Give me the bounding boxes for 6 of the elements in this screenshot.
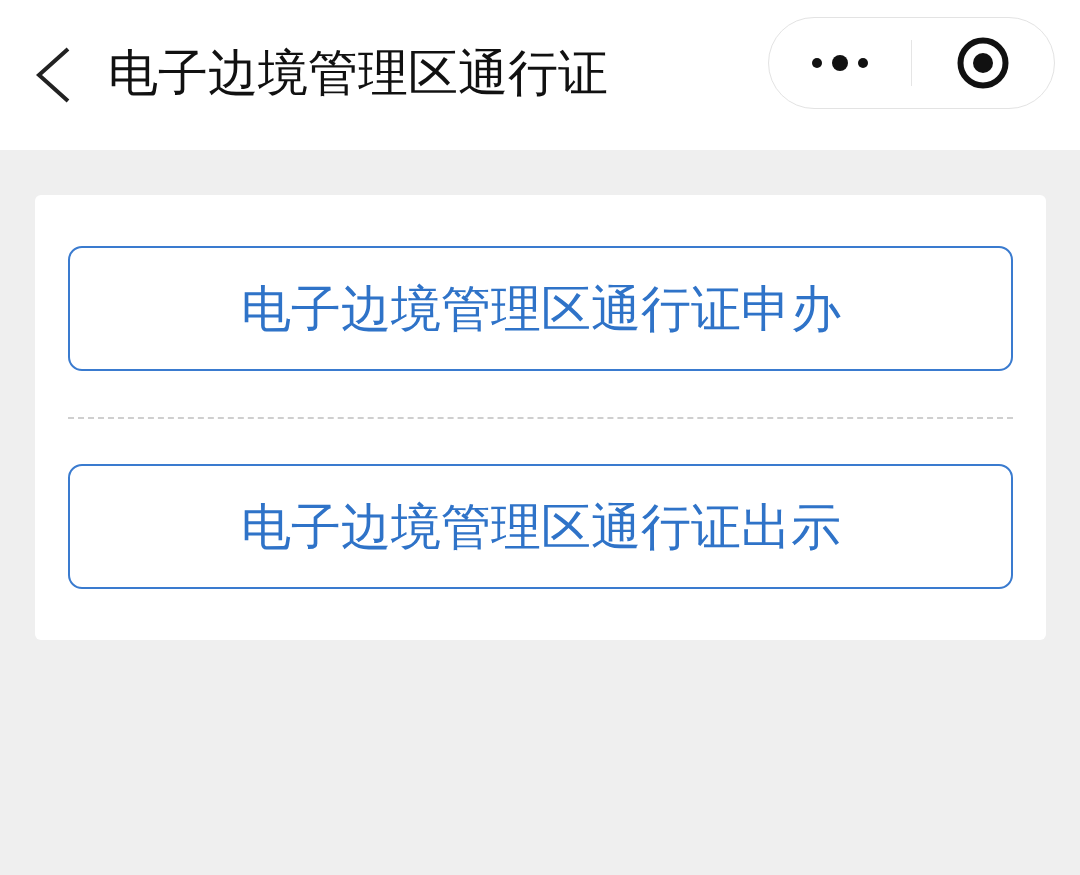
action-button[interactable]: 电子边境管理区通行证申办 — [68, 246, 1013, 371]
page-title: 电子边境管理区通行证 — [108, 48, 609, 98]
more-icon[interactable] — [811, 55, 869, 71]
target-icon[interactable] — [957, 37, 1009, 89]
action-button[interactable]: 电子边境管理区通行证出示 — [68, 464, 1013, 589]
back-icon[interactable] — [35, 47, 71, 103]
